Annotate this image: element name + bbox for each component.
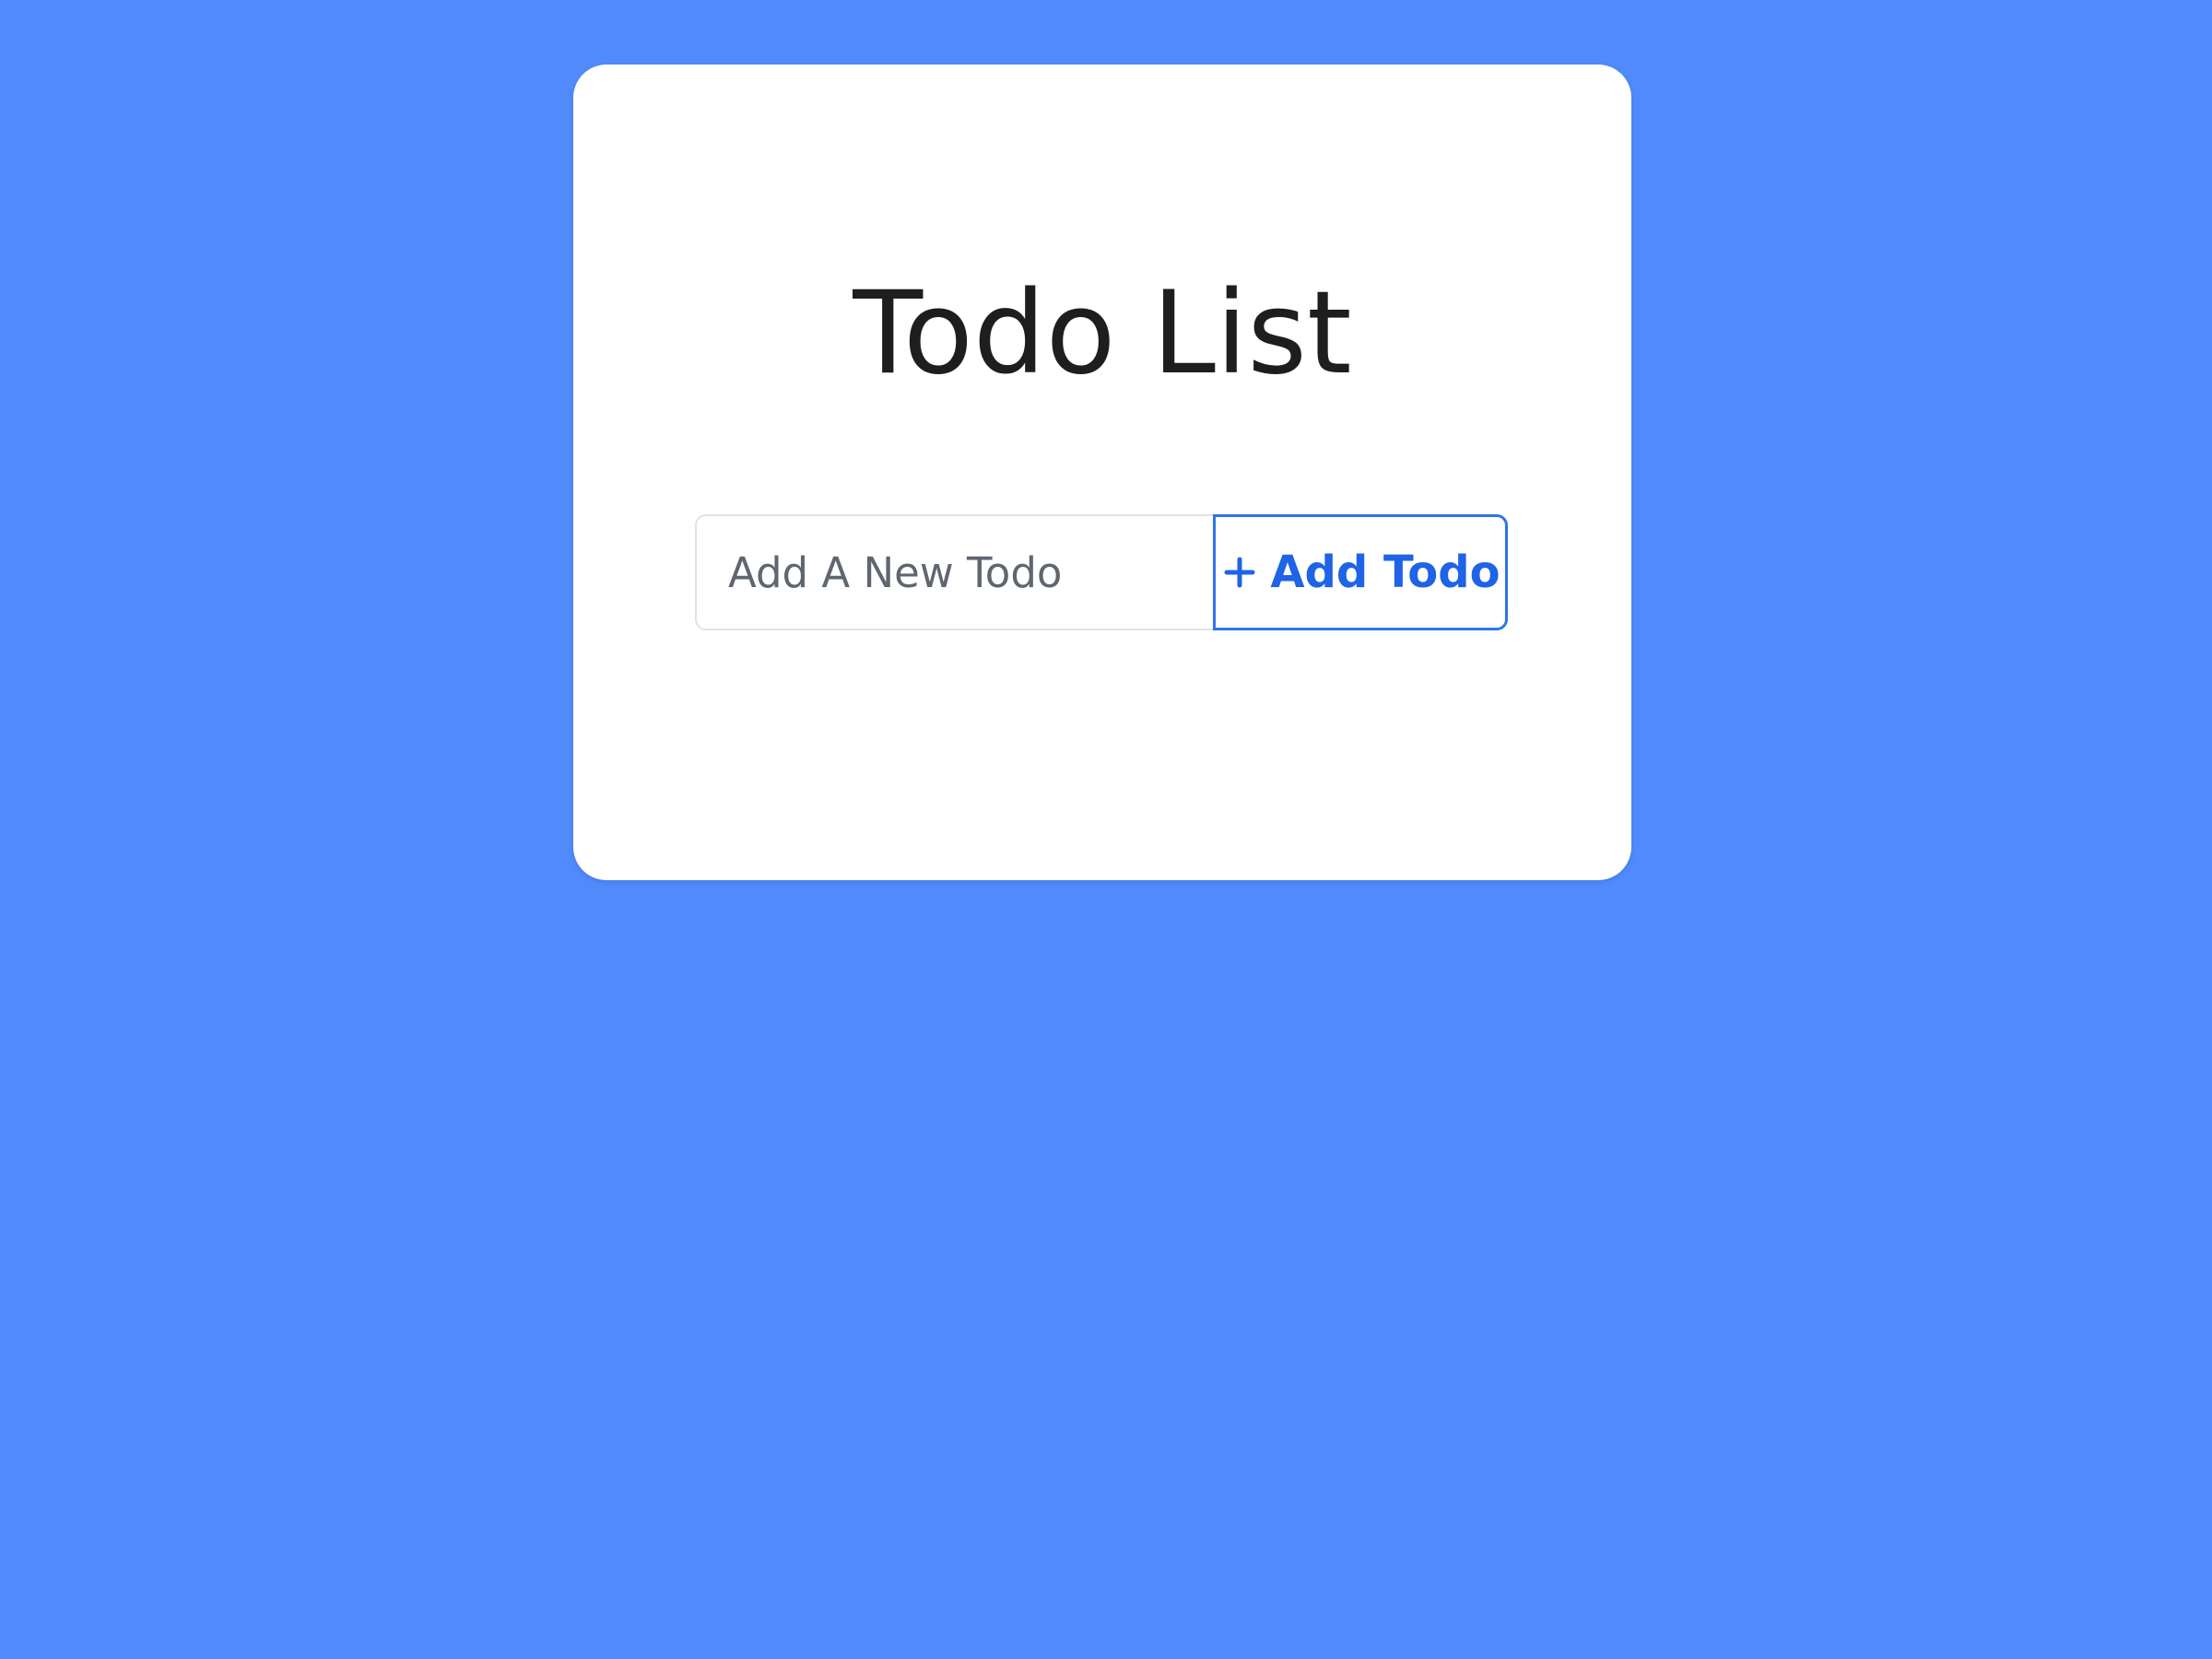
add-todo-form: Add Todo <box>695 514 1508 630</box>
add-todo-button-label: Add Todo <box>1270 547 1500 598</box>
todo-card: Todo List Add Todo <box>573 65 1631 880</box>
todo-input[interactable] <box>695 514 1213 630</box>
plus-icon <box>1220 553 1259 592</box>
add-todo-button[interactable]: Add Todo <box>1213 514 1508 630</box>
page-title: Todo List <box>853 267 1352 400</box>
page-background: Todo List Add Todo <box>0 0 2212 1659</box>
